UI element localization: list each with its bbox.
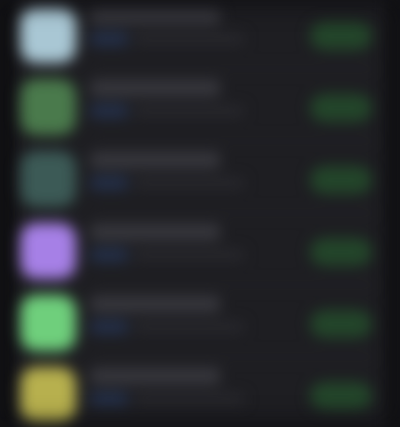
- list-item[interactable]: app-icon: [14, 358, 386, 427]
- get-button[interactable]: [310, 238, 372, 266]
- app-detail: [134, 250, 244, 260]
- app-icon: app-icon: [20, 79, 76, 135]
- app-name: [90, 152, 220, 168]
- get-button[interactable]: [310, 310, 372, 338]
- app-detail: [134, 322, 244, 332]
- get-button[interactable]: [310, 22, 372, 50]
- list-item[interactable]: app-icon: [14, 70, 386, 142]
- app-name: [90, 296, 220, 312]
- app-detail: [134, 394, 244, 404]
- app-subtitle: [90, 176, 128, 190]
- list-item[interactable]: app-icon: [14, 214, 386, 286]
- app-icon: app-icon: [20, 367, 76, 423]
- get-button[interactable]: [310, 382, 372, 410]
- app-name: [90, 8, 220, 24]
- app-icon: app-icon: [20, 151, 76, 207]
- app-detail: [134, 34, 244, 44]
- app-detail: [134, 106, 244, 116]
- list-item[interactable]: app-icon: [14, 142, 386, 214]
- app-name: [90, 224, 220, 240]
- app-icon: app-icon: [20, 223, 76, 279]
- app-icon: app-icon: [20, 295, 76, 351]
- list-item[interactable]: app-icon: [14, 0, 386, 70]
- app-name: [90, 80, 220, 96]
- app-subtitle: [90, 248, 128, 262]
- get-button[interactable]: [310, 166, 372, 194]
- app-subtitle: [90, 32, 128, 46]
- list-item[interactable]: app-icon: [14, 286, 386, 358]
- app-detail: [134, 178, 244, 188]
- app-list-screen: app-icon app-icon app-icon app-icon: [0, 0, 400, 427]
- app-list: app-icon app-icon app-icon app-icon: [0, 0, 400, 427]
- app-subtitle: [90, 320, 128, 334]
- get-button[interactable]: [310, 94, 372, 122]
- app-subtitle: [90, 392, 128, 406]
- app-icon: app-icon: [20, 7, 76, 63]
- app-subtitle: [90, 104, 128, 118]
- app-name: [90, 368, 220, 384]
